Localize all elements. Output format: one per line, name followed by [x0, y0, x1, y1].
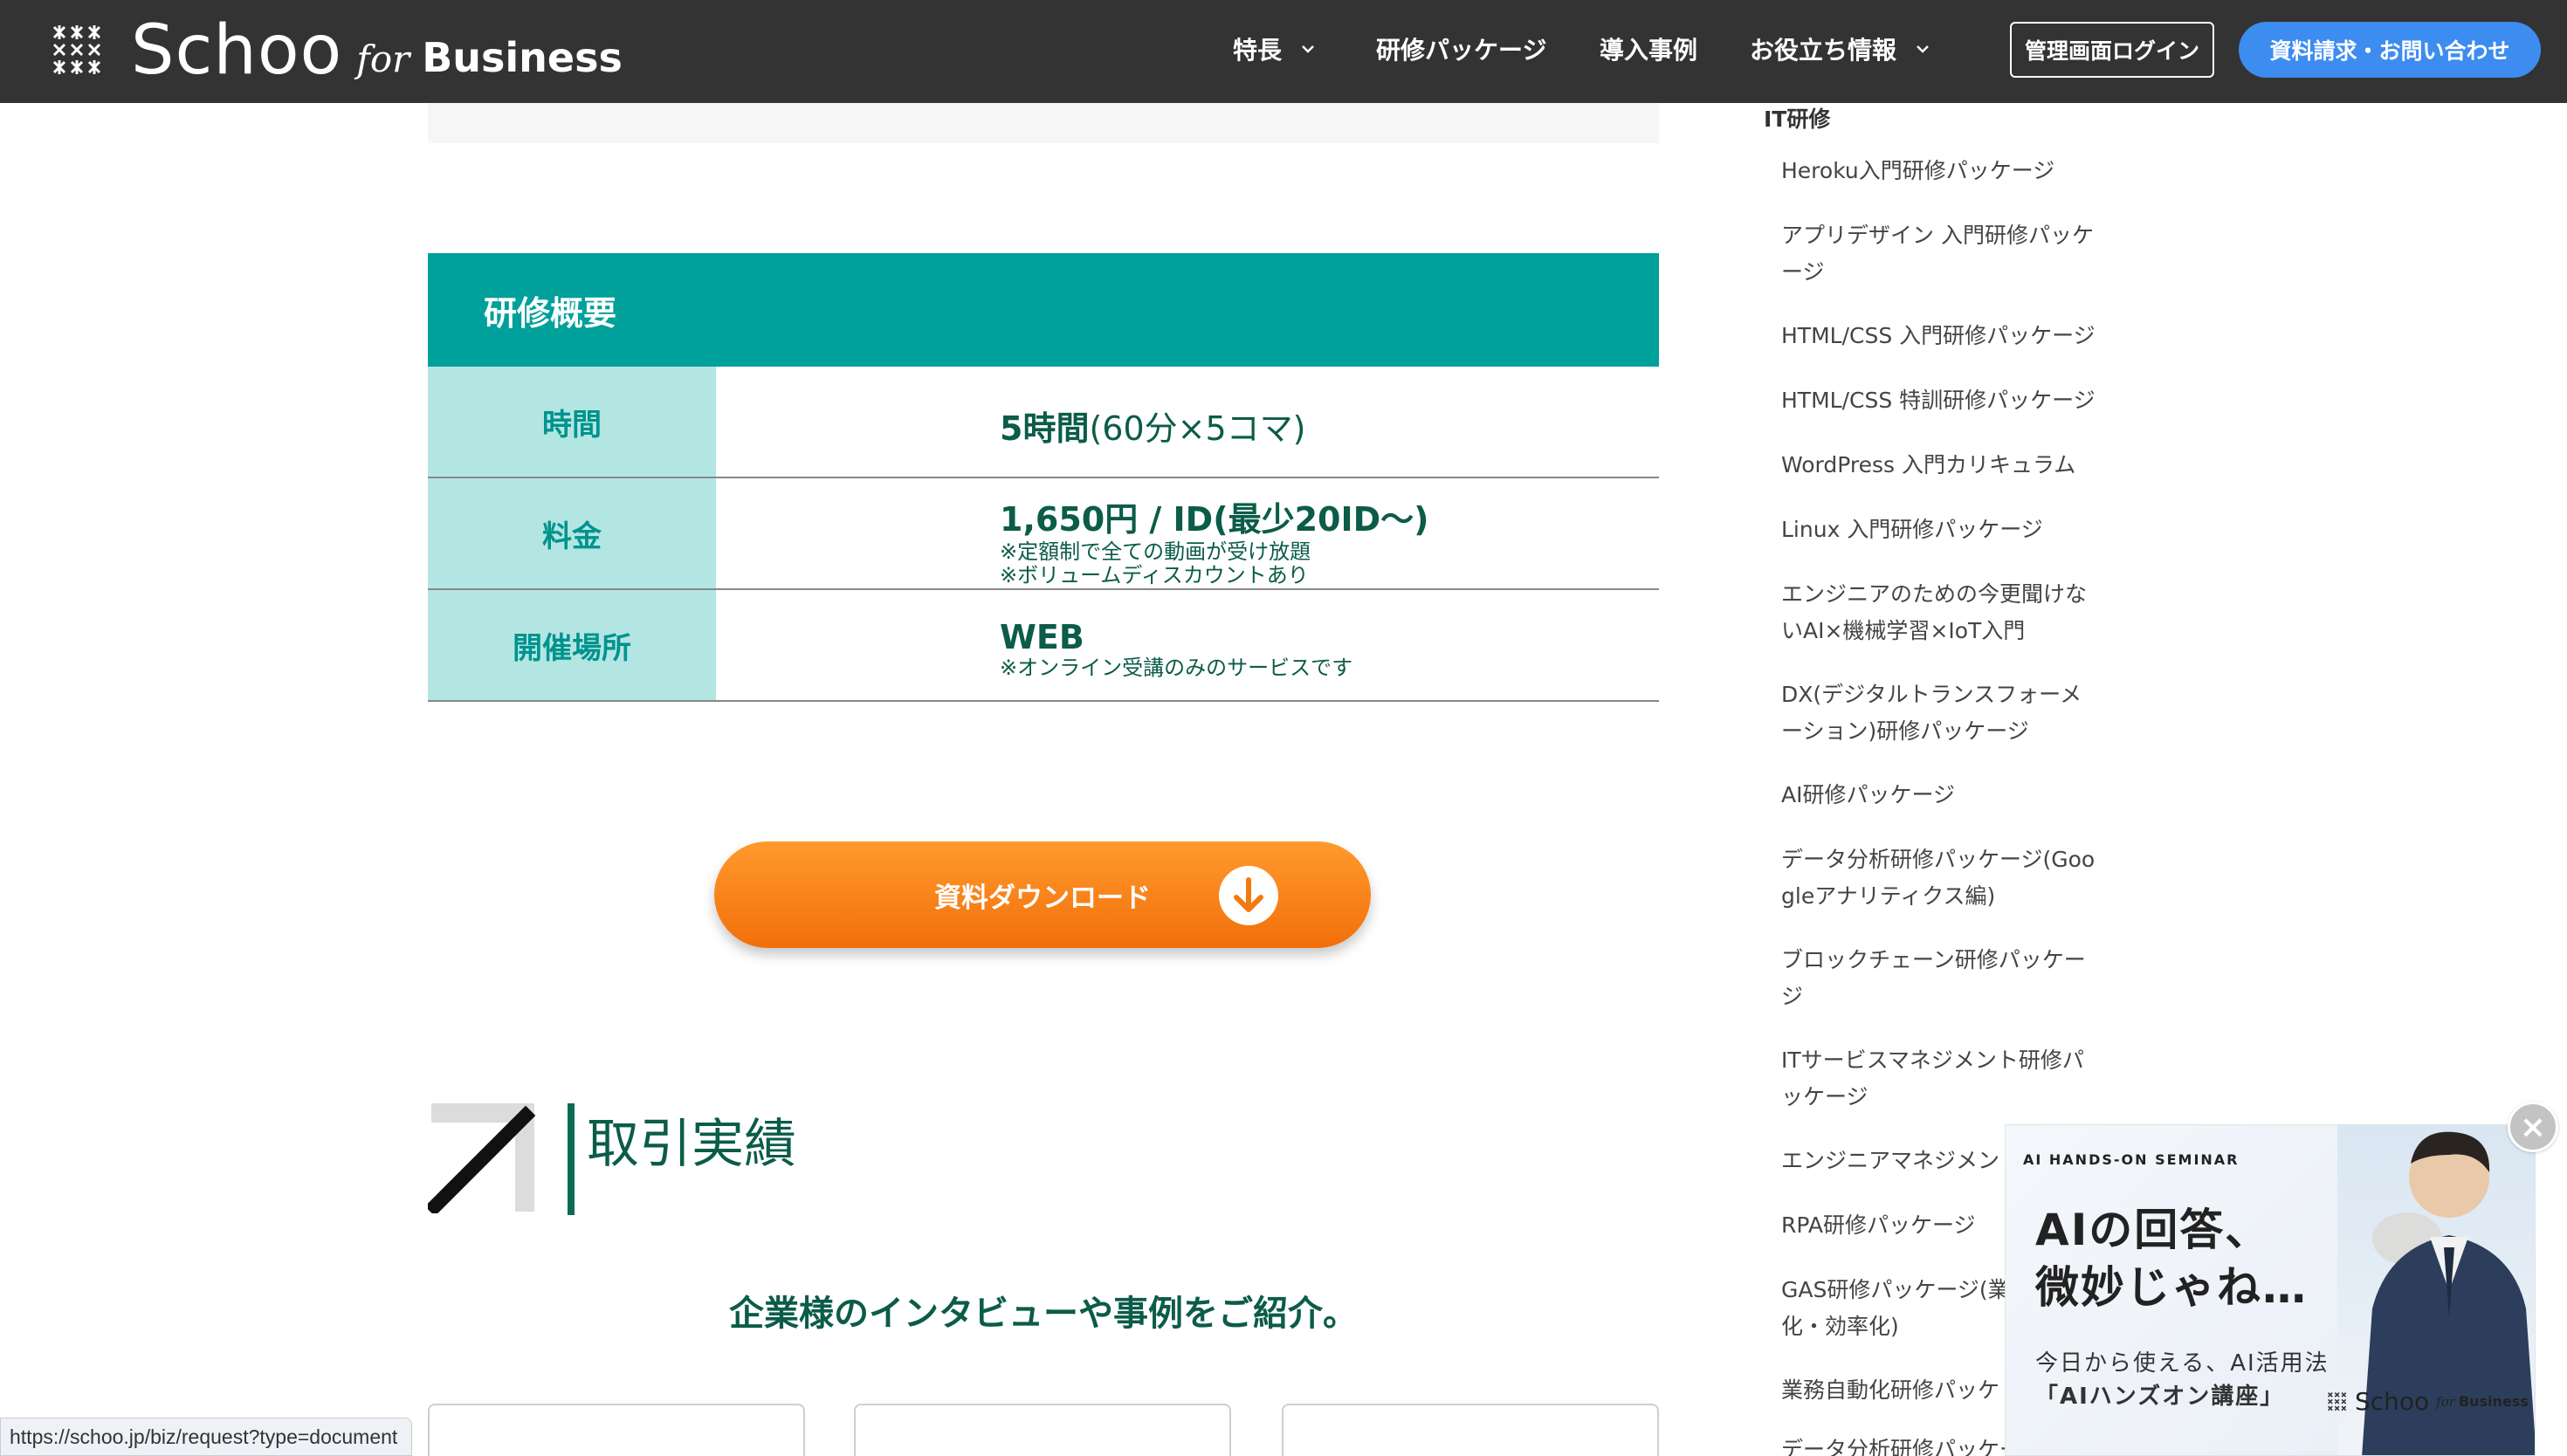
case-study-card[interactable]: [854, 1404, 1231, 1456]
popup-logo: Schoo for Business: [2327, 1387, 2529, 1416]
popup-headline: AIの回答、: [2035, 1205, 2271, 1255]
sidebar-link[interactable]: ブロックチェーン研修パッケージ: [1781, 942, 2086, 1015]
sidebar-link[interactable]: Heroku入門研修パッケージ: [1781, 153, 2054, 189]
nav-packages-label: 研修パッケージ: [1376, 36, 1547, 65]
chevron-down-icon: [1917, 45, 1929, 53]
site-logo[interactable]: Schoo for Business: [51, 16, 623, 86]
section-subtitle: 企業様のインタビューや事例をご紹介。: [729, 1294, 1358, 1334]
summary-value: 5時間(60分×5コマ): [1000, 402, 1305, 450]
sidebar-link[interactable]: HTML/CSS 特訓研修パッケージ: [1781, 382, 2096, 419]
popup-subtext: 今日から使える、AI活用法: [2035, 1350, 2330, 1377]
value-note: ※ボリュームディスカウントあり: [1000, 563, 1309, 587]
value-strong: WEB: [1000, 618, 1084, 656]
popup-logo-for: for: [2436, 1393, 2455, 1410]
summary-label: 開催場所: [428, 590, 716, 700]
sidebar-link[interactable]: エンジニアのための今更聞けな いAI×機械学習×IoT入門: [1781, 576, 2087, 649]
value-detail: (60分×5コマ): [1089, 409, 1306, 448]
sidebar-link[interactable]: DX(デジタルトランスフォーメ ーション)研修パッケージ: [1781, 676, 2082, 750]
sidebar-heading: IT研修: [1764, 106, 1831, 132]
download-button[interactable]: 資料ダウンロード: [714, 841, 1371, 948]
chevron-down-icon: [1302, 45, 1314, 53]
logo-mark-icon: [2328, 1391, 2347, 1411]
site-header: Schoo for Business 特長 研修パッケージ 導入事例 お役立ち情…: [0, 0, 2567, 103]
nav-features-label: 特長: [1233, 36, 1283, 65]
section-divider: [568, 1103, 575, 1215]
section-title: 取引実績: [587, 1114, 796, 1175]
sidebar-link[interactable]: AI研修パッケージ: [1781, 777, 1955, 814]
nav-resources-label: お役立ち情報: [1750, 36, 1897, 65]
value-strong: 1,650円 / ID(最少20ID〜): [1000, 500, 1429, 539]
logo-text: Schoo: [131, 11, 343, 90]
sidebar-link[interactable]: データ分析研修パッケージ(Goo gleアナリティクス編): [1781, 841, 2095, 915]
sidebar-link[interactable]: エンジニアマネジメン: [1781, 1143, 1999, 1179]
logo-mark-icon: [52, 25, 101, 74]
sidebar-link[interactable]: WordPress 入門カリキュラム: [1781, 447, 2075, 484]
value-note: ※定額制で全ての動画が受け放題: [1000, 539, 1311, 564]
popup-logo-business: Business: [2458, 1393, 2529, 1410]
sidebar-link[interactable]: Linux 入門研修パッケージ: [1781, 512, 2043, 548]
summary-value: 1,650円 / ID(最少20ID〜) ※定額制で全ての動画が受け放題 ※ボリ…: [1000, 492, 1429, 587]
section-number-icon: [428, 1103, 536, 1213]
seminar-popup-ad[interactable]: AI HANDS-ON SEMINAR AIの回答、 微妙じゃね… 今日から使え…: [2005, 1124, 2536, 1456]
nav-packages[interactable]: 研修パッケージ: [1376, 31, 1546, 66]
nav-features[interactable]: 特長: [1233, 31, 1315, 66]
sidebar-link[interactable]: RPA研修パッケージ: [1781, 1207, 1975, 1244]
admin-login-button[interactable]: 管理画面ログイン: [2010, 22, 2214, 78]
summary-row-venue: 開催場所 WEB ※オンライン受講のみのサービスです: [428, 590, 1659, 702]
sidebar-link[interactable]: ITサービスマネジメント研修パ ッケージ: [1781, 1042, 2084, 1116]
sidebar-link[interactable]: HTML/CSS 入門研修パッケージ: [1781, 318, 2096, 354]
nav-case-studies-label: 導入事例: [1600, 36, 1698, 65]
status-bar-url: https://schoo.jp/biz/request?type=docume…: [0, 1418, 413, 1456]
page: Schoo for Business 特長 研修パッケージ 導入事例 お役立ち情…: [0, 0, 2567, 1456]
sidebar-link[interactable]: アプリデザイン 入門研修パッケ ージ: [1781, 217, 2094, 291]
contact-button[interactable]: 資料請求・お問い合わせ: [2239, 22, 2541, 78]
summary-label: 時間: [428, 367, 716, 477]
download-arrow-icon: [1219, 866, 1278, 925]
summary-value: WEB ※オンライン受講のみのサービスです: [1000, 618, 1352, 680]
close-icon[interactable]: ×: [2508, 1102, 2558, 1152]
value-strong: 5時間: [1000, 409, 1090, 448]
summary-label: 料金: [428, 478, 716, 588]
sidebar-link[interactable]: 業務自動化研修パッケ: [1781, 1372, 1999, 1409]
summary-title: 研修概要: [428, 253, 1659, 367]
popup-logo-text: Schoo: [2355, 1387, 2430, 1416]
summary-row-price: 料金 1,650円 / ID(最少20ID〜) ※定額制で全ての動画が受け放題 …: [428, 478, 1659, 590]
case-study-card[interactable]: [428, 1404, 805, 1456]
previous-section-bg: [428, 103, 1659, 143]
sidebar-link[interactable]: GAS研修パッケージ(業 化・効率化): [1781, 1272, 2010, 1345]
nav-resources[interactable]: お役立ち情報: [1750, 31, 1930, 66]
popup-headline: 微妙じゃね…: [2035, 1262, 2308, 1313]
popup-subtext: 「AIハンズオン講座」: [2035, 1384, 2285, 1410]
logo-for-text: for: [356, 37, 410, 80]
summary-row-time: 時間 5時間(60分×5コマ): [428, 367, 1659, 478]
case-study-card[interactable]: [1282, 1404, 1659, 1456]
nav-case-studies[interactable]: 導入事例: [1600, 31, 1697, 66]
logo-business-text: Business: [422, 34, 623, 81]
popup-kicker: AI HANDS-ON SEMINAR: [2023, 1151, 2240, 1168]
value-note: ※オンライン受講のみのサービスです: [1000, 656, 1353, 680]
